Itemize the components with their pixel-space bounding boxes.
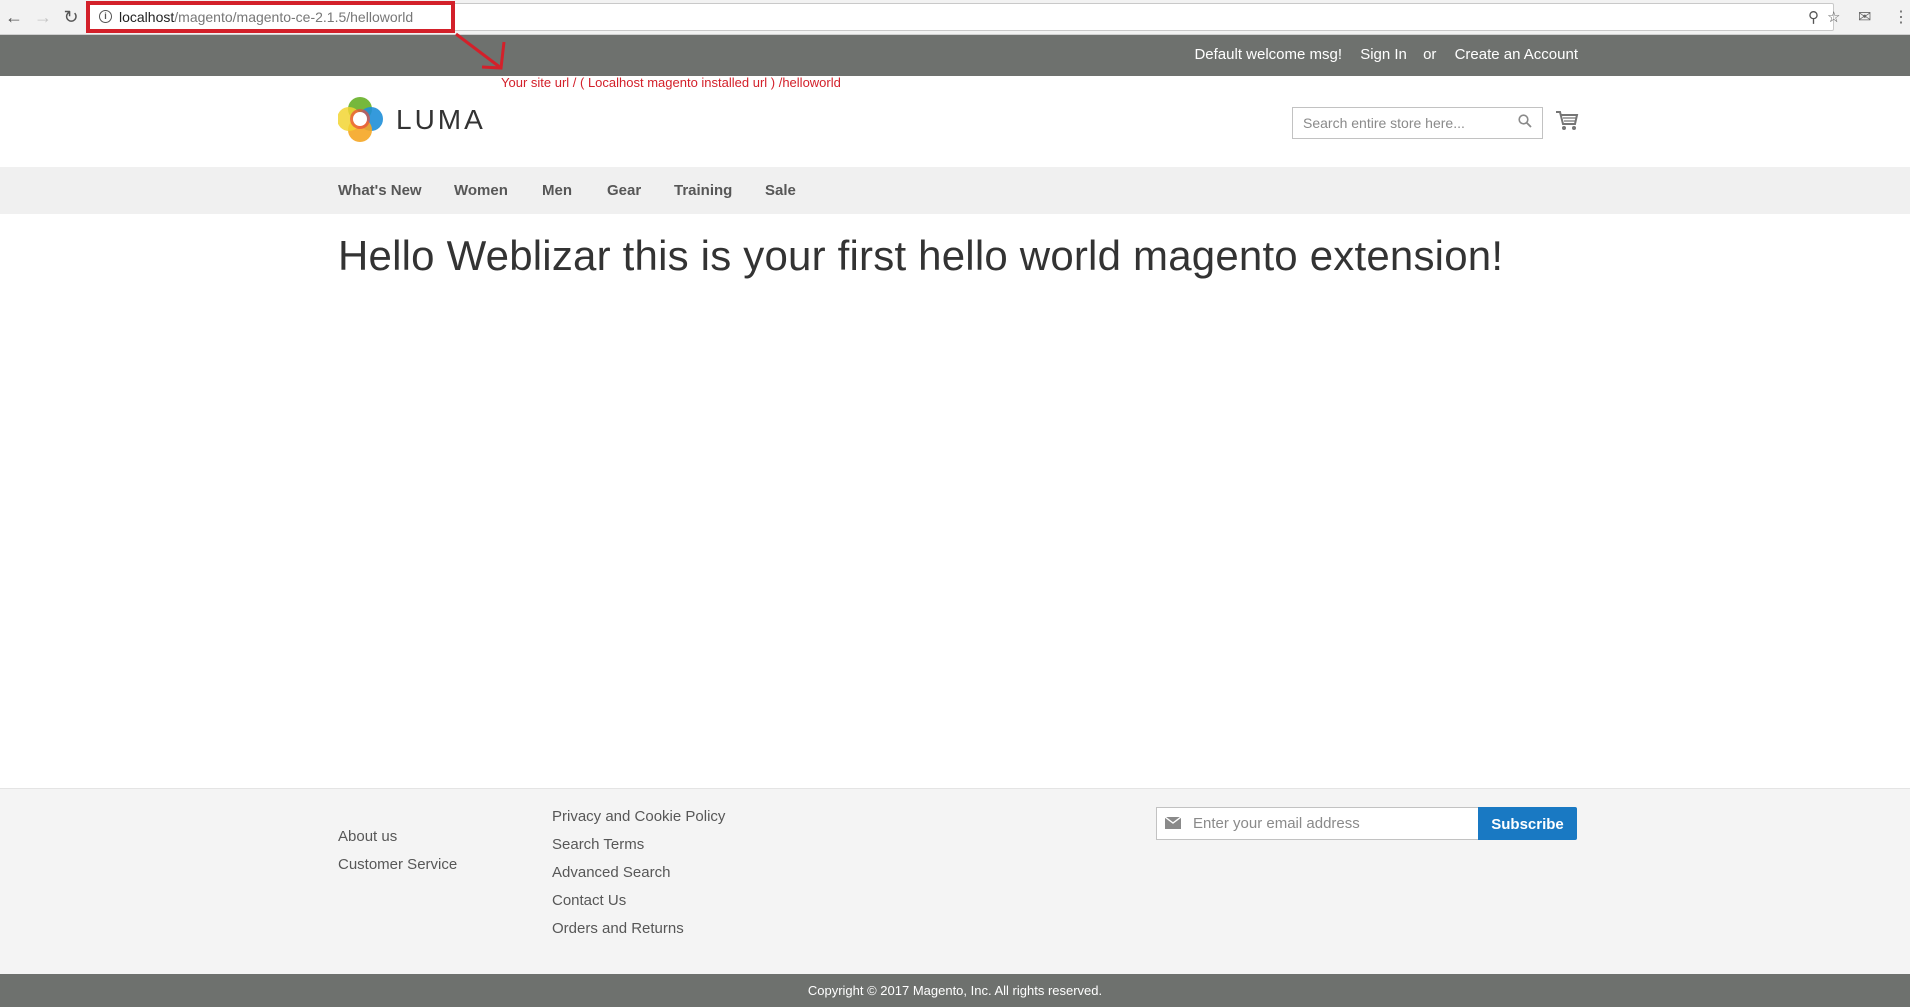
nav-item-training[interactable]: Training xyxy=(674,182,732,199)
or-text: or xyxy=(1423,46,1437,63)
back-arrow-icon[interactable]: ← xyxy=(4,7,24,27)
footer xyxy=(0,788,1910,974)
forward-arrow-icon[interactable]: → xyxy=(33,7,53,27)
annotation-text: Your site url / ( Localhost magento inst… xyxy=(501,75,841,90)
sign-in-link[interactable]: Sign In xyxy=(1360,46,1407,63)
menu-dots-icon[interactable]: ⋮ xyxy=(1893,7,1909,27)
nav-item-sale[interactable]: Sale xyxy=(765,182,796,199)
footer-link-advanced-search[interactable]: Advanced Search xyxy=(552,864,670,881)
nav-item-men[interactable]: Men xyxy=(542,182,572,199)
header-panel: Default welcome msg! Sign In or Create a… xyxy=(0,35,1910,76)
subscribe-button[interactable]: Subscribe xyxy=(1478,807,1577,840)
nav-item-gear[interactable]: Gear xyxy=(607,182,641,199)
bookmark-star-icon[interactable]: ☆ xyxy=(1827,8,1840,26)
annotation-arrow-icon xyxy=(455,32,506,70)
envelope-icon xyxy=(1165,817,1181,829)
key-icon[interactable]: ⚲ xyxy=(1808,8,1819,26)
nav-item-women[interactable]: Women xyxy=(454,182,508,199)
search-icon[interactable] xyxy=(1518,114,1532,128)
footer-link-customer-service[interactable]: Customer Service xyxy=(338,856,457,873)
footer-link-about-us[interactable]: About us xyxy=(338,828,397,845)
footer-link-contact-us[interactable]: Contact Us xyxy=(552,892,626,909)
search-placeholder: Search entire store here... xyxy=(1303,115,1465,131)
page-title: Hello Weblizar this is your first hello … xyxy=(338,232,1504,279)
nav-item-whats-new[interactable]: What's New xyxy=(338,182,422,199)
search-input[interactable]: Search entire store here... xyxy=(1292,107,1543,139)
footer-link-privacy[interactable]: Privacy and Cookie Policy xyxy=(552,808,725,825)
footer-link-search-terms[interactable]: Search Terms xyxy=(552,836,644,853)
create-account-link[interactable]: Create an Account xyxy=(1455,46,1578,63)
luma-logo-icon[interactable] xyxy=(338,97,383,142)
welcome-message: Default welcome msg! xyxy=(1194,46,1343,63)
reload-icon[interactable]: ↻ xyxy=(61,7,81,27)
cart-icon[interactable] xyxy=(1555,110,1579,132)
url-highlight-box xyxy=(86,1,455,33)
footer-link-orders-returns[interactable]: Orders and Returns xyxy=(552,920,684,937)
logo-text[interactable]: LUMA xyxy=(396,104,486,136)
copyright-text: Copyright © 2017 Magento, Inc. All right… xyxy=(0,974,1910,1007)
extension-icon[interactable]: ✉ xyxy=(1858,7,1871,27)
newsletter-placeholder: Enter your email address xyxy=(1193,815,1360,832)
newsletter-email-input[interactable]: Enter your email address xyxy=(1156,807,1479,840)
main-navigation: What's New Women Men Gear Training Sale xyxy=(0,167,1910,214)
